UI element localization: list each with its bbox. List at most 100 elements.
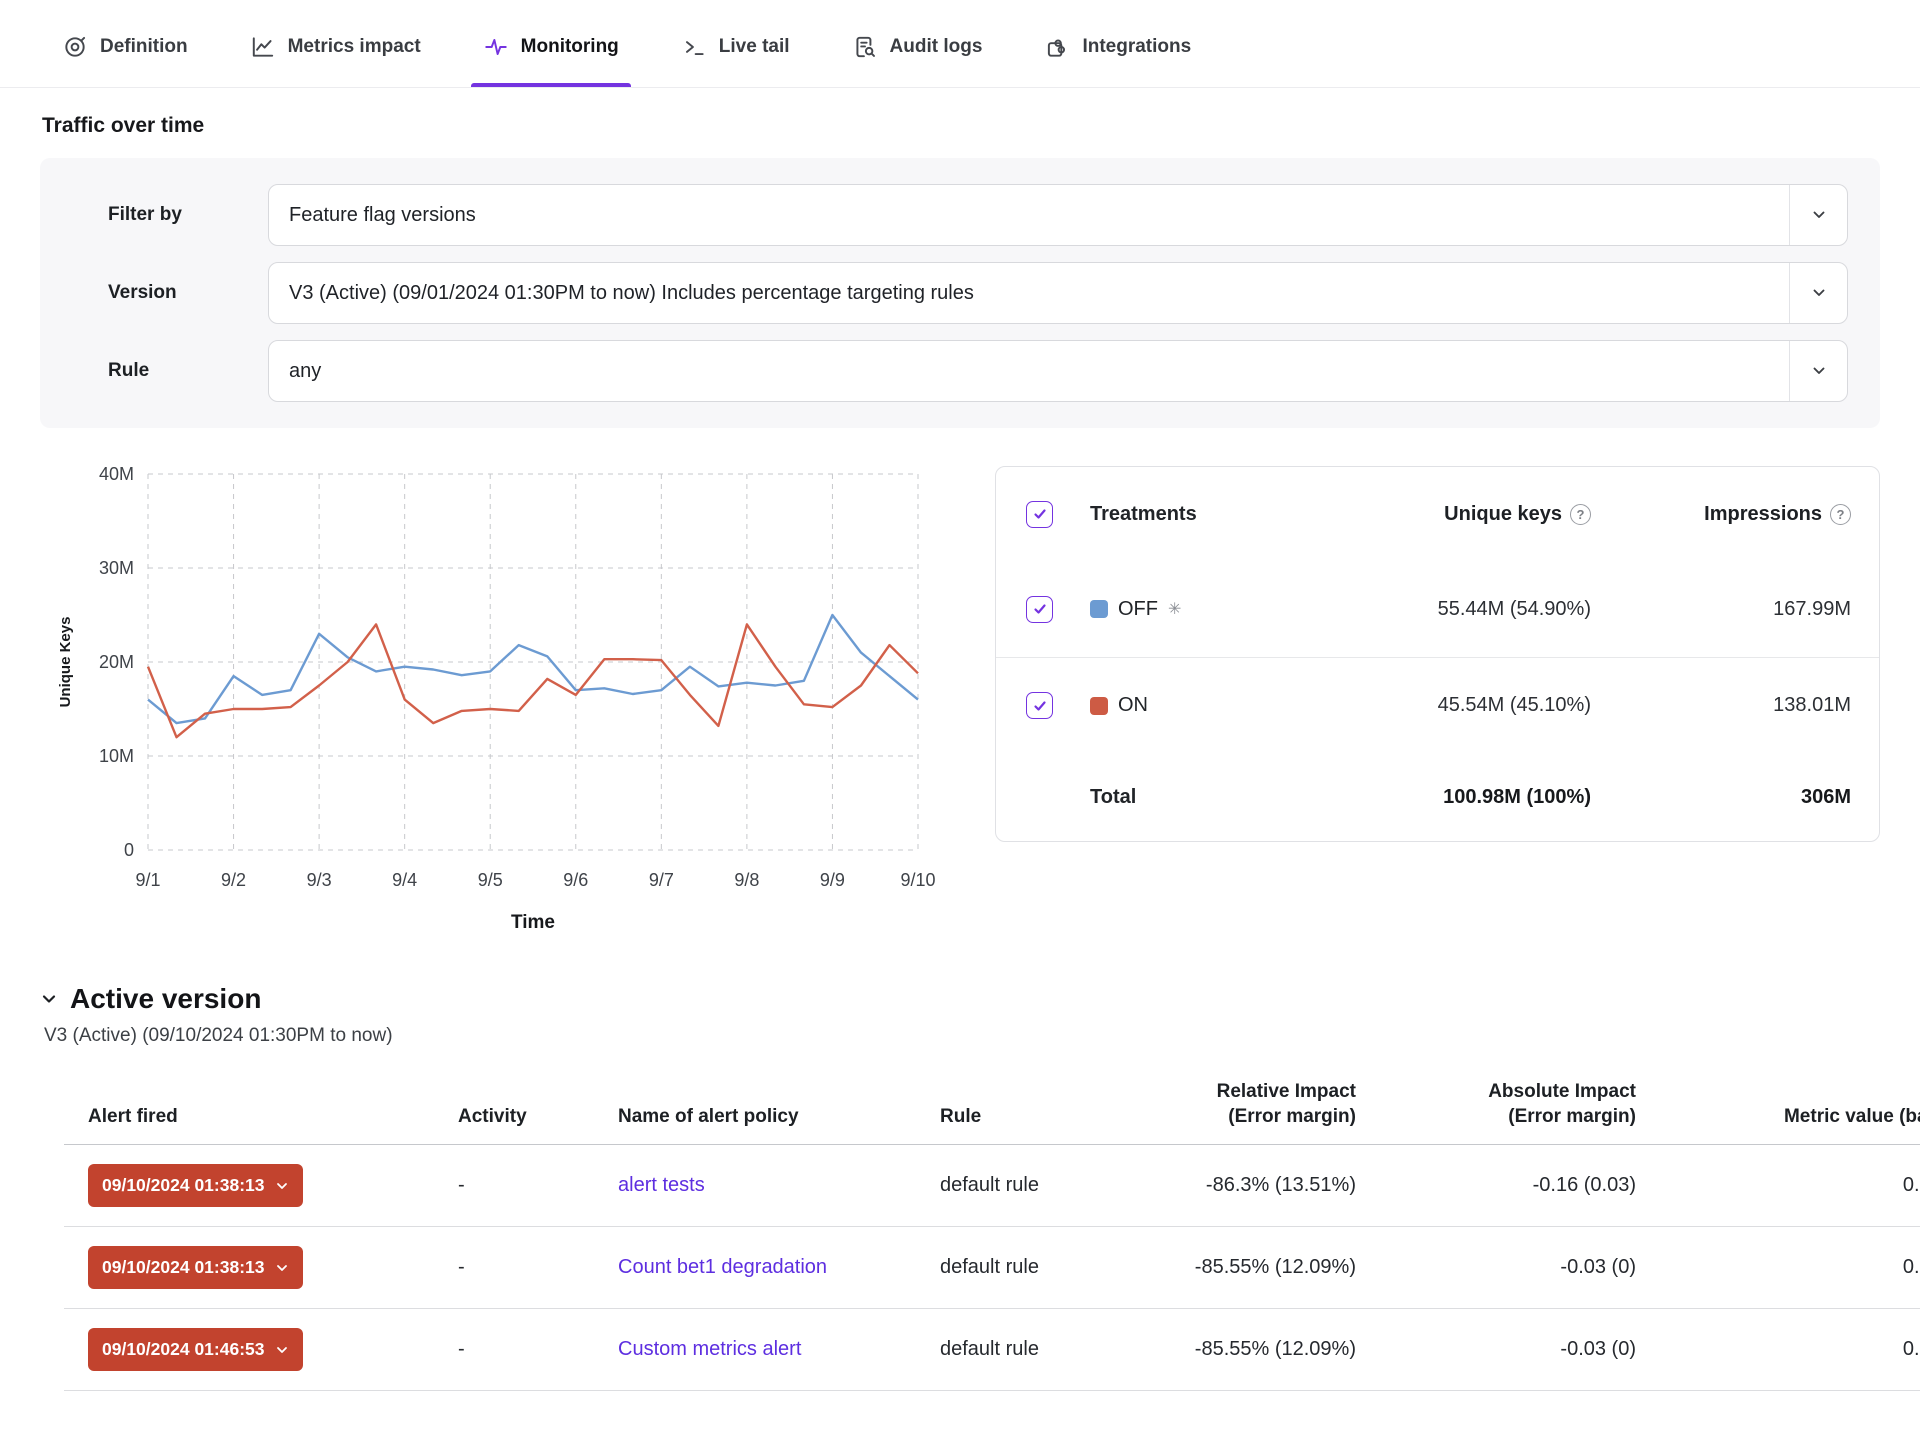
alerts-column-header: Rule bbox=[916, 1104, 1130, 1130]
filter-select-value: any bbox=[289, 360, 1789, 383]
alert-policy-link[interactable]: Custom metrics alert bbox=[618, 1338, 801, 1360]
definition-icon bbox=[62, 34, 88, 60]
alert-rule: default rule bbox=[916, 1338, 1130, 1361]
alert-absolute-impact: -0.03 (0) bbox=[1362, 1338, 1642, 1361]
chevron-down-icon bbox=[275, 1179, 289, 1193]
treatment-checkbox[interactable] bbox=[1026, 692, 1053, 719]
total-label: Total bbox=[1090, 786, 1271, 809]
treatment-checkbox[interactable] bbox=[1026, 596, 1053, 623]
chevron-down-icon bbox=[1789, 341, 1847, 401]
chevron-down-icon bbox=[275, 1261, 289, 1275]
filter-label: Filter by bbox=[72, 204, 268, 226]
svg-text:20M: 20M bbox=[99, 652, 134, 672]
alert-relative-impact: -85.55% (12.09%) bbox=[1130, 1256, 1362, 1279]
chevron-down-icon bbox=[1789, 185, 1847, 245]
filter-label: Rule bbox=[72, 360, 268, 382]
filter-panel: Filter by Feature flag versions Version … bbox=[40, 158, 1880, 428]
impressions-column-header: Impressions ? bbox=[1591, 503, 1851, 526]
alert-policy-link[interactable]: Count bet1 degradation bbox=[618, 1256, 827, 1278]
help-icon[interactable]: ? bbox=[1830, 504, 1851, 525]
treatments-header: Treatments Unique keys ? Impressions ? bbox=[996, 467, 1879, 561]
main-content: Traffic over time Filter by Feature flag… bbox=[0, 114, 1920, 1391]
tab-metrics-impact[interactable]: Metrics impact bbox=[234, 6, 437, 87]
alert-metric-value: 0.19 ( bbox=[1642, 1174, 1920, 1197]
filter-select-value: Feature flag versions bbox=[289, 204, 1789, 227]
alerts-table: Alert firedActivityName of alert policyR… bbox=[64, 1073, 1920, 1391]
svg-text:40M: 40M bbox=[99, 464, 134, 484]
unique-keys-column-header: Unique keys ? bbox=[1271, 503, 1591, 526]
svg-text:9/9: 9/9 bbox=[820, 870, 845, 890]
alert-activity: - bbox=[434, 1256, 594, 1279]
alert-activity: - bbox=[434, 1174, 594, 1197]
filter-row: Filter by Feature flag versions bbox=[72, 184, 1848, 246]
tab-monitoring[interactable]: Monitoring bbox=[467, 6, 635, 87]
tab-live-tail[interactable]: Live tail bbox=[665, 6, 806, 87]
active-version-title: Active version bbox=[70, 983, 261, 1015]
total-unique-keys: 100.98M (100%) bbox=[1271, 786, 1591, 809]
help-icon[interactable]: ? bbox=[1570, 504, 1591, 525]
treatments-select-all-checkbox[interactable] bbox=[1026, 501, 1053, 528]
tab-integrations[interactable]: Integrations bbox=[1028, 6, 1207, 87]
live-tail-icon bbox=[681, 34, 707, 60]
alerts-table-header: Alert firedActivityName of alert policyR… bbox=[64, 1073, 1920, 1145]
traffic-line-chart: 010M20M30M40M9/19/29/39/49/59/69/79/89/9… bbox=[52, 462, 952, 937]
alert-metric-value: 0.03 ( bbox=[1642, 1338, 1920, 1361]
alert-policy-link[interactable]: alert tests bbox=[618, 1174, 705, 1196]
total-impressions: 306M bbox=[1591, 786, 1851, 809]
series-off bbox=[148, 615, 918, 723]
alert-fired-badge[interactable]: 09/10/2024 01:46:53 bbox=[88, 1328, 303, 1371]
treatment-row-off: OFF ✳ 55.44M (54.90%) 167.99M bbox=[996, 561, 1879, 657]
alert-absolute-impact: -0.16 (0.03) bbox=[1362, 1174, 1642, 1197]
alert-fired-badge[interactable]: 09/10/2024 01:38:13 bbox=[88, 1164, 303, 1207]
filter-select-version[interactable]: V3 (Active) (09/01/2024 01:30PM to now) … bbox=[268, 262, 1848, 324]
integrations-icon bbox=[1044, 34, 1070, 60]
svg-text:9/7: 9/7 bbox=[649, 870, 674, 890]
tab-bar: Definition Metrics impact Monitoring Liv… bbox=[0, 0, 1920, 88]
chevron-down-icon bbox=[275, 1343, 289, 1357]
treatment-color-swatch bbox=[1090, 697, 1108, 715]
check-icon bbox=[1032, 698, 1048, 714]
tab-audit-logs[interactable]: Audit logs bbox=[836, 6, 999, 87]
traffic-section: 010M20M30M40M9/19/29/39/49/59/69/79/89/9… bbox=[40, 462, 1880, 937]
filter-select-value: V3 (Active) (09/01/2024 01:30PM to now) … bbox=[289, 282, 1789, 305]
alert-relative-impact: -85.55% (12.09%) bbox=[1130, 1338, 1362, 1361]
treatment-name: OFF bbox=[1118, 598, 1158, 621]
alerts-column-header: Relative Impact (Error margin) bbox=[1130, 1079, 1362, 1130]
alert-rule: default rule bbox=[916, 1174, 1130, 1197]
chevron-down-icon bbox=[40, 990, 58, 1008]
svg-text:30M: 30M bbox=[99, 558, 134, 578]
alert-fired-badge[interactable]: 09/10/2024 01:38:13 bbox=[88, 1246, 303, 1289]
page-title: Traffic over time bbox=[42, 114, 1878, 138]
filter-select-rule[interactable]: any bbox=[268, 340, 1848, 402]
alert-activity: - bbox=[434, 1338, 594, 1361]
svg-text:9/3: 9/3 bbox=[307, 870, 332, 890]
frozen-icon: ✳ bbox=[1168, 599, 1181, 619]
alert-row: 09/10/2024 01:38:13 - alert tests defaul… bbox=[64, 1145, 1920, 1227]
svg-text:0: 0 bbox=[124, 840, 134, 860]
filter-label: Version bbox=[72, 282, 268, 304]
treatment-row-on: ON ✳ 45.54M (45.10%) 138.01M bbox=[996, 657, 1879, 753]
treatments-total-row: Total 100.98M (100%) 306M bbox=[996, 753, 1879, 841]
treatments-card: Treatments Unique keys ? Impressions ? O… bbox=[995, 466, 1880, 842]
metrics-impact-icon bbox=[250, 34, 276, 60]
treatment-impressions: 167.99M bbox=[1591, 598, 1851, 621]
treatment-color-swatch bbox=[1090, 600, 1108, 618]
filter-row: Rule any bbox=[72, 340, 1848, 402]
filter-select-filter-by[interactable]: Feature flag versions bbox=[268, 184, 1848, 246]
active-version-subtitle: V3 (Active) (09/10/2024 01:30PM to now) bbox=[44, 1025, 1880, 1047]
audit-logs-icon bbox=[852, 34, 878, 60]
traffic-chart: 010M20M30M40M9/19/29/39/49/59/69/79/89/9… bbox=[52, 462, 952, 937]
tab-definition[interactable]: Definition bbox=[46, 6, 204, 87]
alerts-column-header: Absolute Impact (Error margin) bbox=[1362, 1079, 1642, 1130]
feature-flag-monitoring-page: Definition Metrics impact Monitoring Liv… bbox=[0, 0, 1920, 1391]
alerts-column-header: Name of alert policy bbox=[594, 1104, 916, 1130]
active-version-toggle[interactable]: Active version bbox=[40, 983, 1880, 1015]
check-icon bbox=[1032, 506, 1048, 522]
alerts-column-header: Activity bbox=[434, 1104, 594, 1130]
alert-rule: default rule bbox=[916, 1256, 1130, 1279]
treatment-unique-keys: 45.54M (45.10%) bbox=[1271, 694, 1591, 717]
alert-metric-value: 0.03 ( bbox=[1642, 1256, 1920, 1279]
svg-text:9/6: 9/6 bbox=[563, 870, 588, 890]
check-icon bbox=[1032, 601, 1048, 617]
svg-text:10M: 10M bbox=[99, 746, 134, 766]
